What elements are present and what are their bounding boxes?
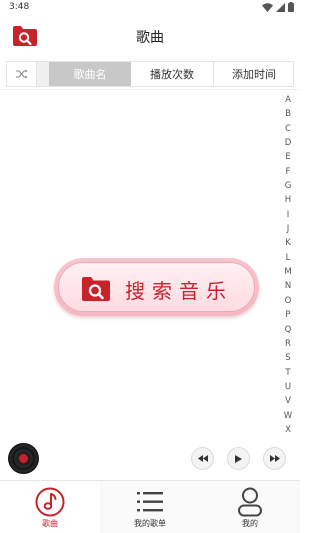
signal-icon (276, 2, 285, 12)
alphabet-letter[interactable]: V (282, 394, 294, 408)
alphabet-letter[interactable]: T (282, 366, 294, 380)
content-divider (0, 89, 300, 90)
alphabet-letter[interactable]: X (282, 423, 294, 437)
search-music-button-inner: 搜索音乐 (58, 262, 255, 312)
alphabet-letter[interactable]: Q (282, 323, 294, 337)
alphabet-letter[interactable]: D (282, 136, 294, 150)
sort-bar: 歌曲名 播放次数 添加时间 (6, 61, 294, 87)
alphabet-letter[interactable]: W (282, 409, 294, 423)
alphabet-letter[interactable]: M (282, 265, 294, 279)
alphabet-letter[interactable]: P (282, 308, 294, 322)
tab-play-count[interactable]: 播放次数 (131, 62, 213, 86)
status-time: 3:48 (9, 2, 30, 12)
alphabet-letter[interactable]: O (282, 294, 294, 308)
alphabet-letter[interactable]: B (282, 107, 294, 121)
tab-date-added[interactable]: 添加时间 (214, 62, 294, 86)
next-button[interactable] (263, 447, 286, 470)
nav-songs-label: 歌曲 (42, 519, 58, 528)
alphabet-letter[interactable]: C (282, 122, 294, 136)
search-music-button[interactable]: 搜索音乐 (54, 258, 259, 316)
search-music-label: 搜索音乐 (125, 279, 233, 303)
shuffle-icon (15, 69, 27, 79)
user-icon (234, 486, 266, 518)
alphabet-letter[interactable]: R (282, 337, 294, 351)
alphabet-letter[interactable]: A (282, 93, 294, 107)
alphabet-letter[interactable]: N (282, 279, 294, 293)
alphabet-letter[interactable]: J (282, 222, 294, 236)
next-icon (269, 455, 280, 462)
battery-icon (288, 2, 294, 12)
alphabet-letter[interactable]: L (282, 251, 294, 265)
shuffle-button[interactable] (7, 62, 37, 86)
vinyl-disc-icon[interactable] (8, 443, 39, 474)
alphabet-letter[interactable]: S (282, 351, 294, 365)
music-search-icon (81, 276, 111, 302)
tab-song-name[interactable]: 歌曲名 (49, 62, 131, 86)
status-bar: 3:48 (0, 0, 300, 16)
playlist-icon (134, 486, 166, 518)
play-icon (235, 454, 242, 463)
nav-me-label: 我的 (242, 519, 258, 528)
nav-my-playlists[interactable]: 我的歌单 (100, 481, 200, 533)
nav-me[interactable]: 我的 (200, 481, 300, 533)
alphabet-letter[interactable]: G (282, 179, 294, 193)
bottom-nav: 歌曲 我的歌单 我的 (0, 480, 300, 533)
alphabet-index[interactable]: ABCDEFGHIJKLMNOPQRSTUVWX (282, 93, 294, 437)
alphabet-letter[interactable]: I (282, 208, 294, 222)
alphabet-letter[interactable]: F (282, 165, 294, 179)
alphabet-letter[interactable]: U (282, 380, 294, 394)
alphabet-letter[interactable]: E (282, 150, 294, 164)
previous-button[interactable] (191, 447, 214, 470)
sort-bar-spacer (37, 62, 49, 86)
previous-icon (197, 455, 208, 462)
alphabet-letter[interactable]: K (282, 236, 294, 250)
page-title: 歌曲 (136, 30, 164, 46)
nav-songs[interactable]: 歌曲 (0, 481, 100, 533)
app-header: 歌曲 (0, 18, 300, 54)
play-button[interactable] (227, 447, 250, 470)
wifi-icon (262, 2, 273, 12)
status-icons (262, 2, 294, 12)
alphabet-letter[interactable]: H (282, 193, 294, 207)
nav-my-playlists-label: 我的歌单 (134, 519, 166, 528)
music-note-icon (34, 486, 66, 518)
